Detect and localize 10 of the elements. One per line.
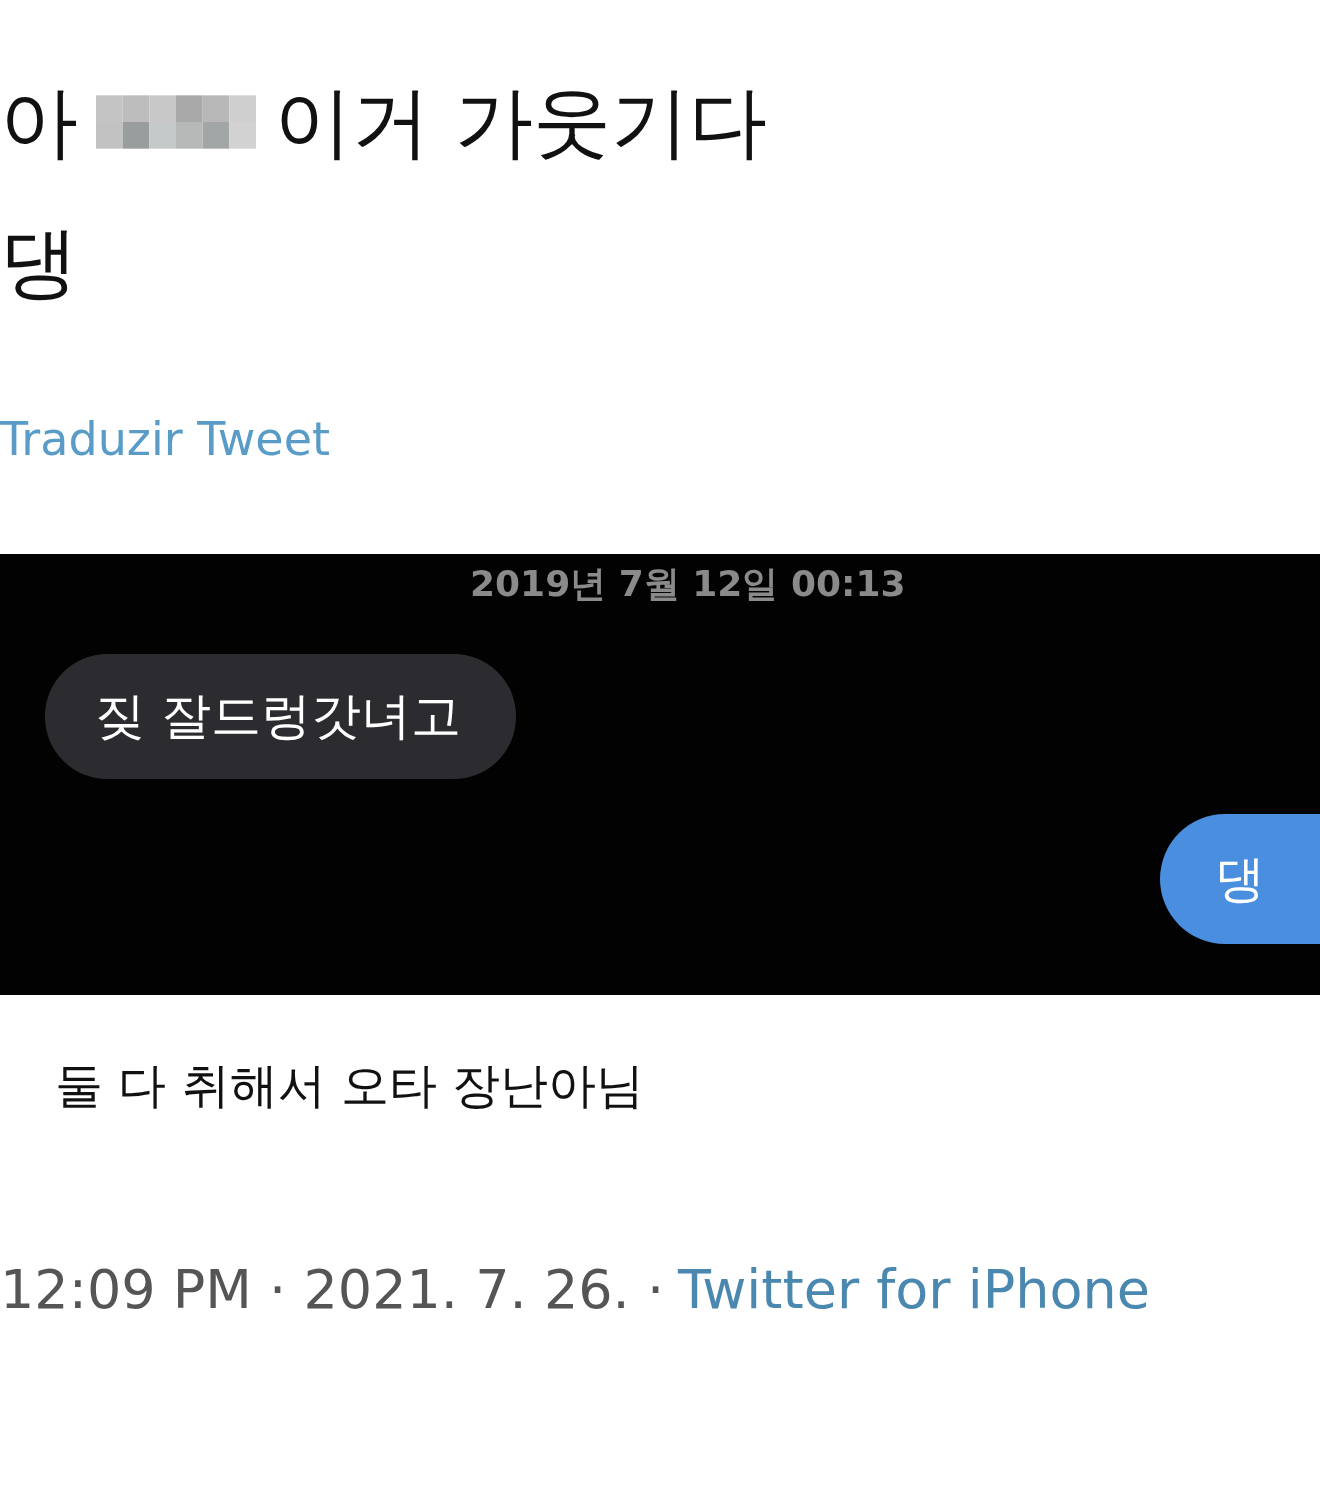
- message-bubble: 짖 잘드렁갓녀고: [45, 654, 516, 779]
- tweet-text: 이거 가웃기다: [274, 76, 767, 169]
- caption-text: 둘 다 취해서 오타 장난아님: [55, 1056, 645, 1115]
- translate-link[interactable]: Traduzir Tweet: [0, 412, 330, 466]
- tweet-text: 댕: [0, 216, 78, 309]
- tweet-timestamp: 12:09 PM · 2021. 7. 26. ·: [0, 1257, 665, 1323]
- message-timestamp: 2019년 7월 12일 00:13: [470, 564, 906, 604]
- source-link[interactable]: Twitter for iPhone: [678, 1255, 1150, 1325]
- tweet-text: 아: [0, 76, 78, 169]
- message-bubble: 댕: [1160, 814, 1320, 944]
